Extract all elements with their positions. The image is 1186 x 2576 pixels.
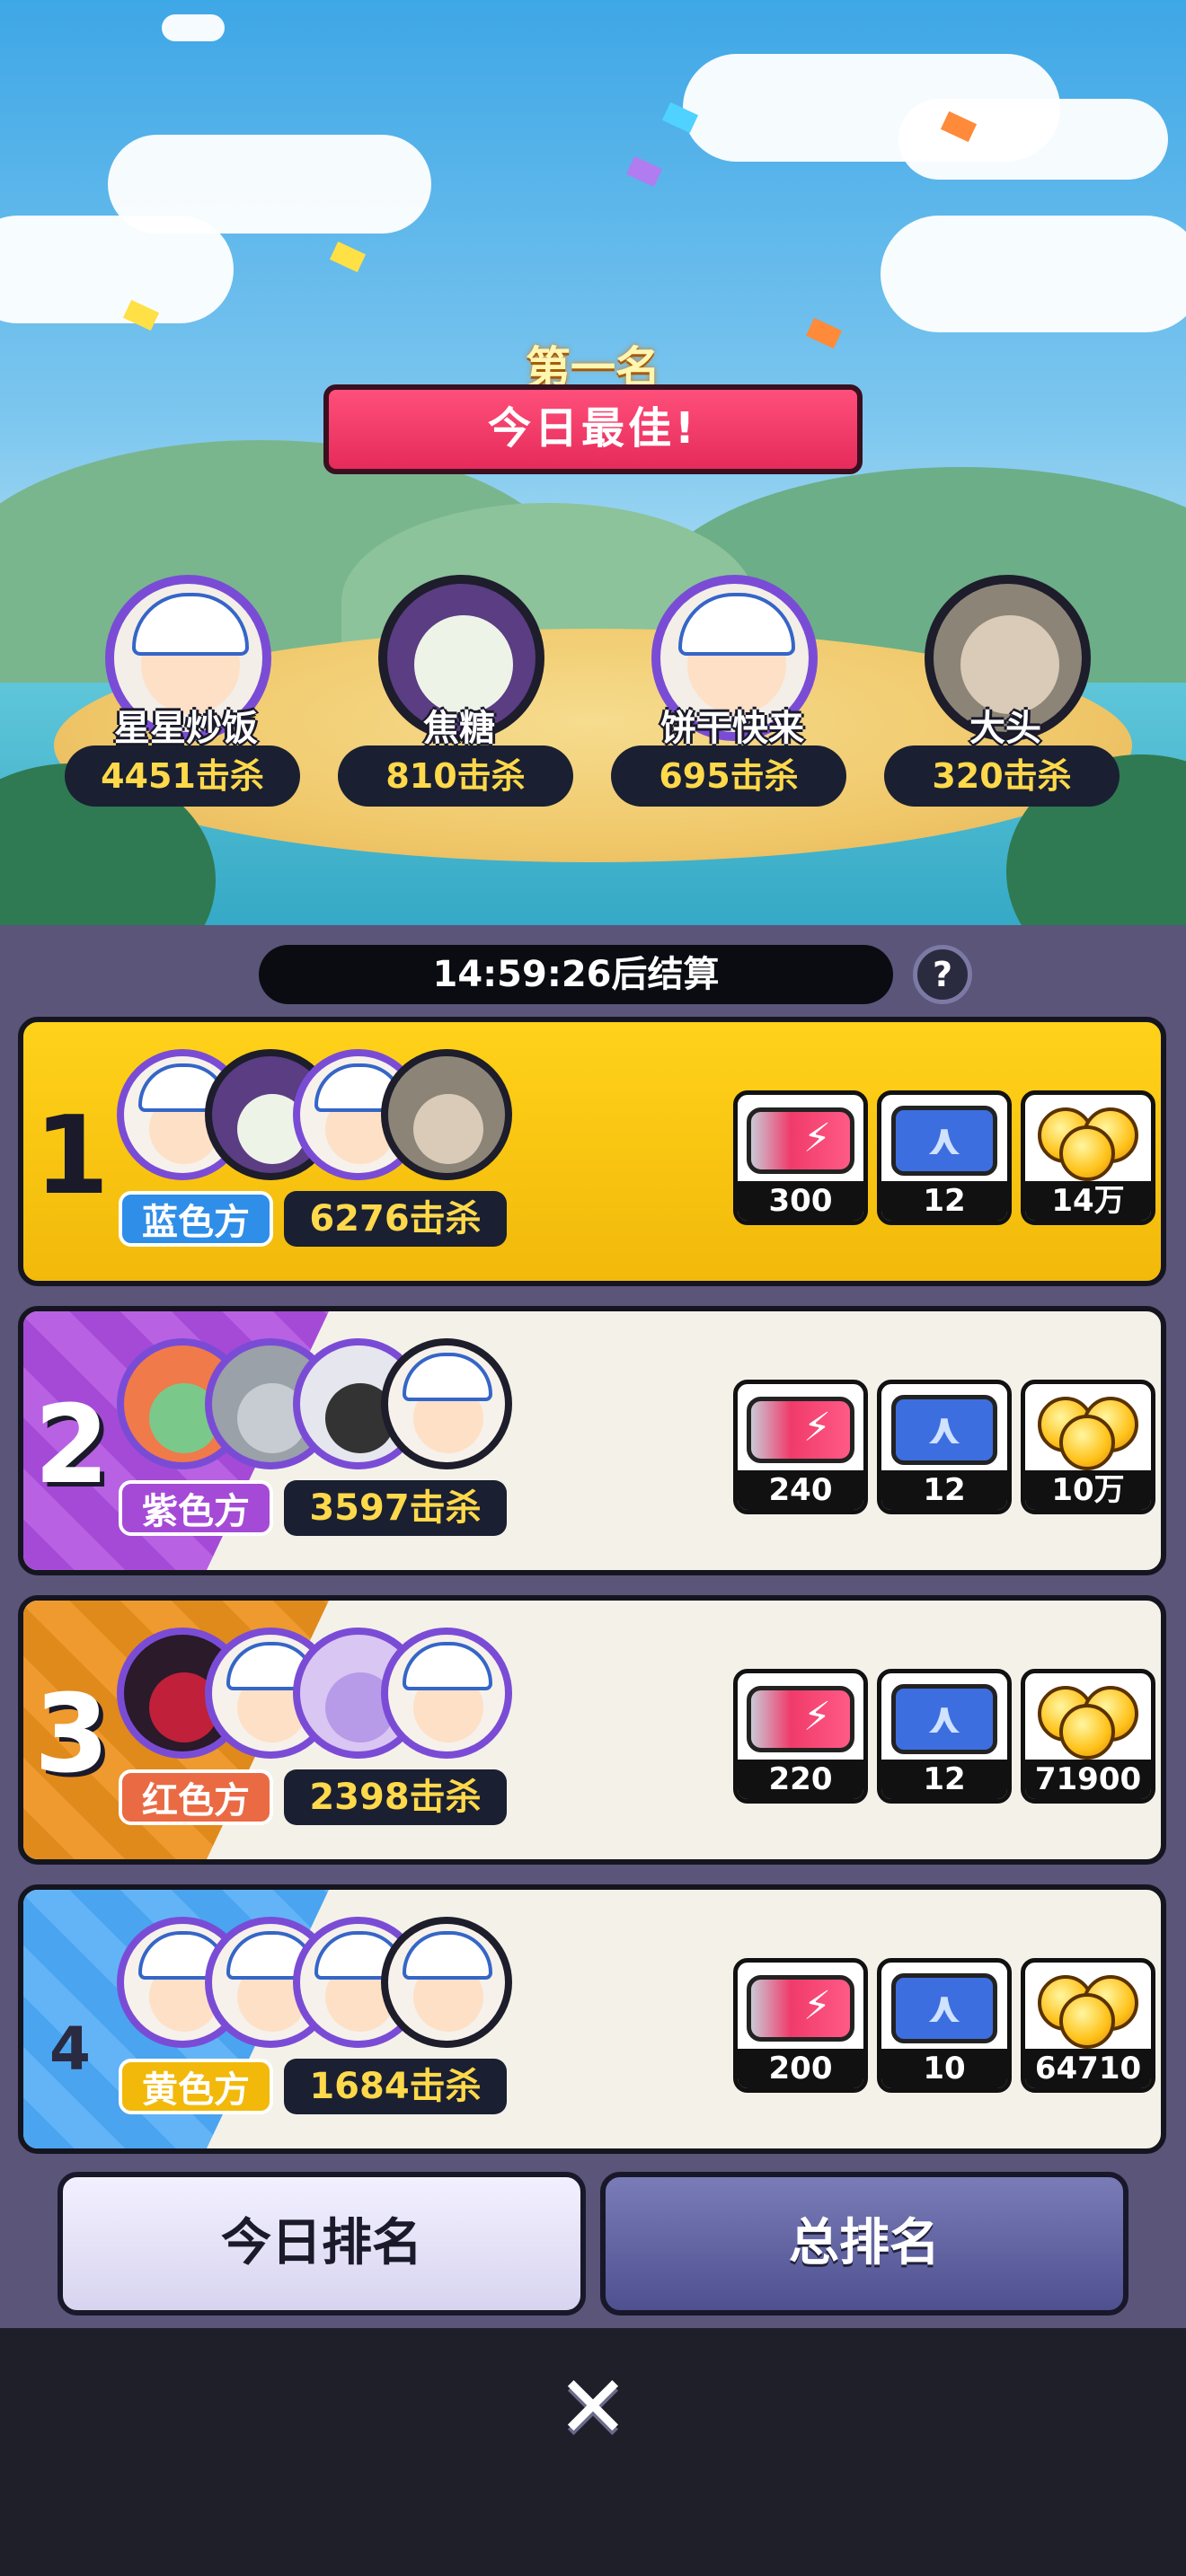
rank-number: 1 <box>34 1094 110 1219</box>
player-name: 焦糖 <box>423 708 495 749</box>
team-avatars <box>117 1338 539 1482</box>
reward-qty: 220 <box>738 1760 863 1799</box>
reward-qty: 64710 <box>1025 2049 1151 2088</box>
close-icon[interactable]: ✕ <box>548 2362 638 2452</box>
team-kills: 1684击杀 <box>284 2059 507 2114</box>
rank-number: 3 <box>34 1672 110 1797</box>
reward-ticket[interactable]: ⋏ 12 <box>877 1380 1012 1514</box>
reward-qty: 12 <box>881 1181 1007 1221</box>
hero-player-2[interactable]: 焦糖 810击杀 <box>329 575 573 817</box>
gold-coins-icon <box>1025 1673 1151 1765</box>
team-card-2[interactable]: 2 紫色方 3597击杀 240 ⋏ 12 10万 <box>18 1306 1166 1575</box>
team-kills: 3597击杀 <box>284 1480 507 1536</box>
reward-qty: 240 <box>738 1470 863 1510</box>
member-avatar <box>381 1049 512 1180</box>
reward-qty: 12 <box>881 1760 1007 1799</box>
reward-energy-can[interactable]: 220 <box>733 1669 868 1804</box>
gold-coins-icon <box>1025 1963 1151 2054</box>
reward-gold-coins[interactable]: 71900 <box>1021 1669 1155 1804</box>
ticket-icon: ⋏ <box>881 1673 1007 1765</box>
team-label: 黄色方 <box>119 2059 273 2114</box>
reward-qty: 71900 <box>1025 1760 1151 1799</box>
reward-ticket[interactable]: ⋏ 12 <box>877 1090 1012 1225</box>
gold-coins-icon <box>1025 1095 1151 1187</box>
reward-ticket[interactable]: ⋏ 10 <box>877 1958 1012 2093</box>
reward-gold-coins[interactable]: 10万 <box>1021 1380 1155 1514</box>
energy-can-icon <box>738 1095 863 1187</box>
team-card-1[interactable]: 1 蓝色方 6276击杀 300 ⋏ 12 14万 <box>18 1017 1166 1286</box>
team-avatars <box>117 1917 539 2060</box>
ticket-icon: ⋏ <box>881 1384 1007 1476</box>
team-label: 紫色方 <box>119 1480 273 1536</box>
player-name: 大头 <box>969 708 1041 749</box>
reward-energy-can[interactable]: 200 <box>733 1958 868 2093</box>
ticket-icon: ⋏ <box>881 1963 1007 2054</box>
team-avatars <box>117 1628 539 1771</box>
player-kills: 810击杀 <box>338 745 573 807</box>
team-kills: 2398击杀 <box>284 1769 507 1825</box>
rank-number: 4 <box>49 2015 91 2084</box>
rank-number: 2 <box>34 1383 110 1508</box>
reward-qty: 200 <box>738 2049 863 2088</box>
hero-player-1[interactable]: 星星炒饭 4451击杀 <box>56 575 300 817</box>
reward-qty: 14万 <box>1025 1181 1151 1221</box>
player-name: 饼干快来 <box>660 708 804 749</box>
team-kills: 6276击杀 <box>284 1191 507 1247</box>
settlement-timer: 14:59:26后结算 <box>259 945 893 1004</box>
member-avatar <box>381 1338 512 1469</box>
hero-player-3[interactable]: 饼干快来 695击杀 <box>602 575 846 817</box>
reward-gold-coins[interactable]: 64710 <box>1021 1958 1155 2093</box>
team-label: 蓝色方 <box>119 1191 273 1247</box>
player-kills: 320击杀 <box>884 745 1120 807</box>
reward-gold-coins[interactable]: 14万 <box>1021 1090 1155 1225</box>
member-avatar <box>381 1917 512 2048</box>
reward-energy-can[interactable]: 300 <box>733 1090 868 1225</box>
reward-qty: 12 <box>881 1470 1007 1510</box>
player-kills: 695击杀 <box>611 745 846 807</box>
hero-banner: 第一名 今日最佳! 星星炒饭 4451击杀 焦糖 810击杀 饼干快来 695击… <box>0 0 1186 925</box>
gold-coins-icon <box>1025 1384 1151 1476</box>
ticket-icon: ⋏ <box>881 1095 1007 1187</box>
reward-qty: 10万 <box>1025 1470 1151 1510</box>
player-kills: 4451击杀 <box>65 745 300 807</box>
member-avatar <box>381 1628 512 1759</box>
team-card-3[interactable]: 3 红色方 2398击杀 220 ⋏ 12 71900 <box>18 1595 1166 1865</box>
reward-ticket[interactable]: ⋏ 12 <box>877 1669 1012 1804</box>
energy-can-icon <box>738 1384 863 1476</box>
tab-today-ranking[interactable]: 今日排名 <box>58 2172 586 2316</box>
reward-energy-can[interactable]: 240 <box>733 1380 868 1514</box>
hero-player-4[interactable]: 大头 320击杀 <box>875 575 1120 817</box>
reward-qty: 10 <box>881 2049 1007 2088</box>
best-today-ribbon: 今日最佳! <box>323 384 863 474</box>
tab-total-ranking[interactable]: 总排名 <box>600 2172 1128 2316</box>
energy-can-icon <box>738 1673 863 1765</box>
team-label: 红色方 <box>119 1769 273 1825</box>
reward-qty: 300 <box>738 1181 863 1221</box>
player-name: 星星炒饭 <box>114 708 258 749</box>
team-avatars <box>117 1049 539 1193</box>
energy-can-icon <box>738 1963 863 2054</box>
team-card-4[interactable]: 4 黄色方 1684击杀 200 ⋏ 10 64710 <box>18 1884 1166 2154</box>
help-button[interactable]: ? <box>913 945 972 1004</box>
